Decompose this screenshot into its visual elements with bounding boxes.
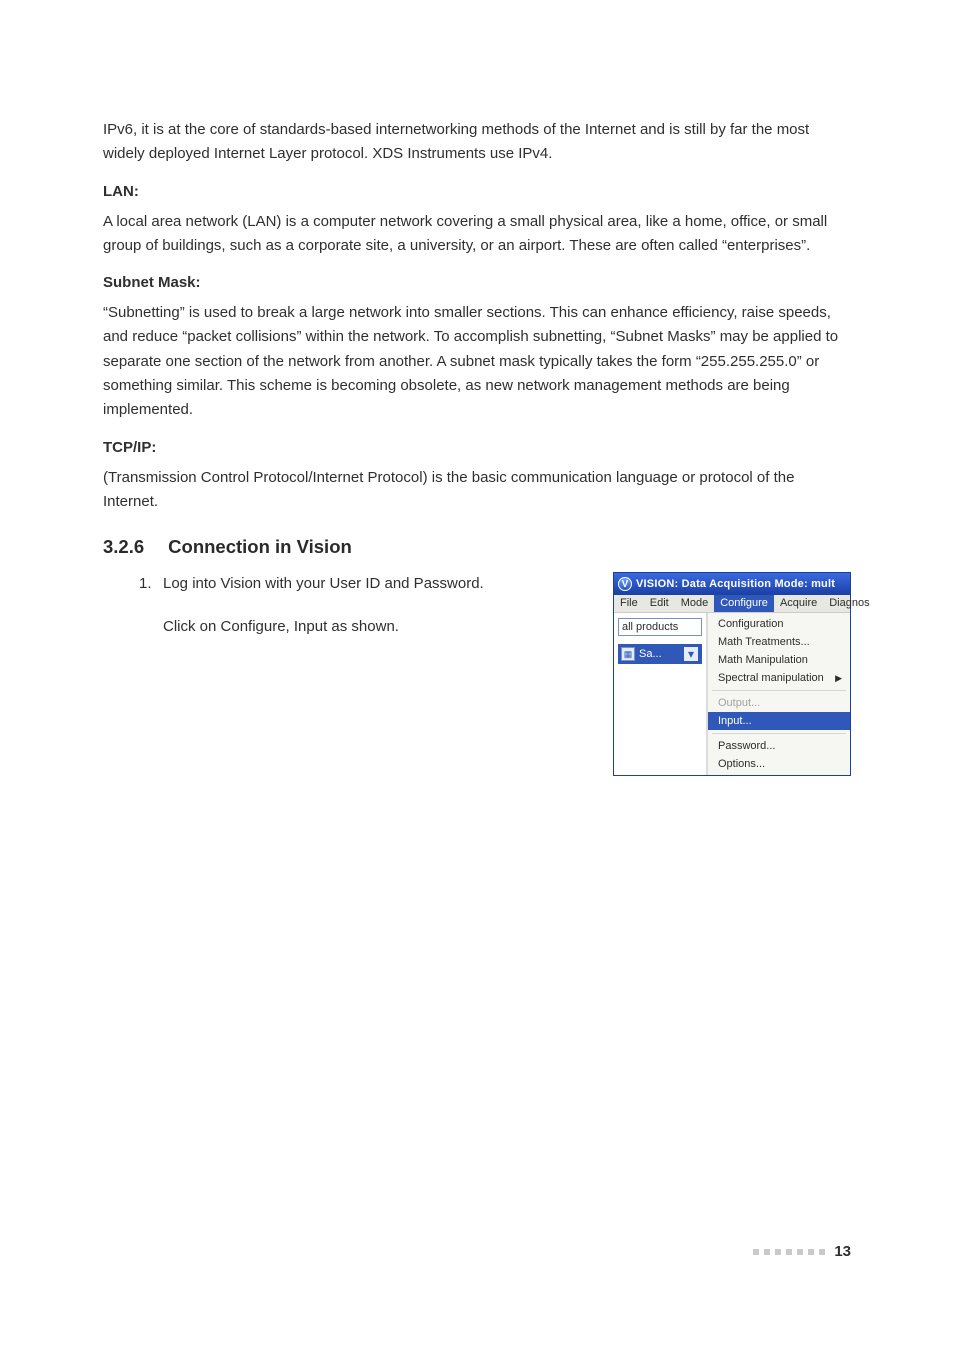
menu-item-math-manipulation[interactable]: Math Manipulation [708, 651, 850, 669]
menu-item-output: Output... [708, 694, 850, 712]
menu-acquire[interactable]: Acquire [774, 595, 823, 612]
menu-file[interactable]: File [614, 595, 644, 612]
submenu-arrow-icon: ▶ [825, 673, 842, 684]
section-title: Connection in Vision [168, 536, 352, 557]
menu-item-spectral-manipulation[interactable]: Spectral manipulation ▶ [708, 669, 850, 687]
project-doc-icon: ▦ [621, 647, 635, 661]
menu-item-password[interactable]: Password... [708, 737, 850, 755]
menu-item-options[interactable]: Options... [708, 755, 850, 773]
footer-dots-icon [753, 1242, 830, 1260]
step-1-line-2: Click on Configure, Input as shown. [163, 615, 593, 639]
menu-diagnose[interactable]: Diagnos [823, 595, 875, 612]
menu-configure[interactable]: Configure [714, 595, 774, 612]
configure-menu-dropdown: Configuration Math Treatments... Math Ma… [707, 613, 850, 775]
vision-logo-icon: V [618, 577, 632, 591]
menu-item-configuration[interactable]: Configuration [708, 615, 850, 633]
spectral-manipulation-label: Spectral manipulation [718, 672, 824, 684]
project-dropdown-icon[interactable]: ▾ [683, 646, 699, 662]
lan-paragraph: A local area network (LAN) is a computer… [103, 210, 851, 259]
step-1-text-1: Log into Vision with your User ID and Pa… [163, 575, 484, 592]
page-number: 13 [834, 1243, 851, 1260]
subnet-mask-paragraph: “Subnetting” is used to break a large ne… [103, 301, 851, 422]
tcpip-paragraph: (Transmission Control Protocol/Internet … [103, 466, 851, 515]
project-selector[interactable]: ▦ Sa... ▾ [618, 644, 702, 664]
menu-mode[interactable]: Mode [675, 595, 715, 612]
step-1-number: 1. [139, 572, 163, 596]
menu-edit[interactable]: Edit [644, 595, 675, 612]
lan-label: LAN: [103, 183, 851, 200]
project-selected-label: Sa... [639, 648, 683, 660]
intro-paragraph: IPv6, it is at the core of standards-bas… [103, 118, 851, 167]
project-side-panel: ▦ Sa... ▾ [614, 613, 707, 775]
page-footer: 13 [753, 1242, 851, 1260]
section-number: 3.2.6 [103, 536, 144, 558]
vision-screenshot-window: V VISION: Data Acquisition Mode: mult Fi… [613, 572, 851, 776]
menu-separator [712, 690, 846, 691]
section-heading: 3.2.6 Connection in Vision [103, 536, 851, 558]
tcpip-label: TCP/IP: [103, 439, 851, 456]
window-title-text: VISION: Data Acquisition Mode: mult [636, 578, 835, 590]
products-filter-input[interactable] [618, 618, 702, 636]
subnet-mask-label: Subnet Mask: [103, 274, 851, 291]
menu-item-math-treatments[interactable]: Math Treatments... [708, 633, 850, 651]
menu-separator [712, 733, 846, 734]
menu-bar: File Edit Mode Configure Acquire Diagnos [614, 595, 850, 613]
menu-item-input[interactable]: Input... [708, 712, 850, 730]
window-title-bar[interactable]: V VISION: Data Acquisition Mode: mult [614, 573, 850, 595]
step-1-line-1: 1.Log into Vision with your User ID and … [163, 572, 593, 596]
